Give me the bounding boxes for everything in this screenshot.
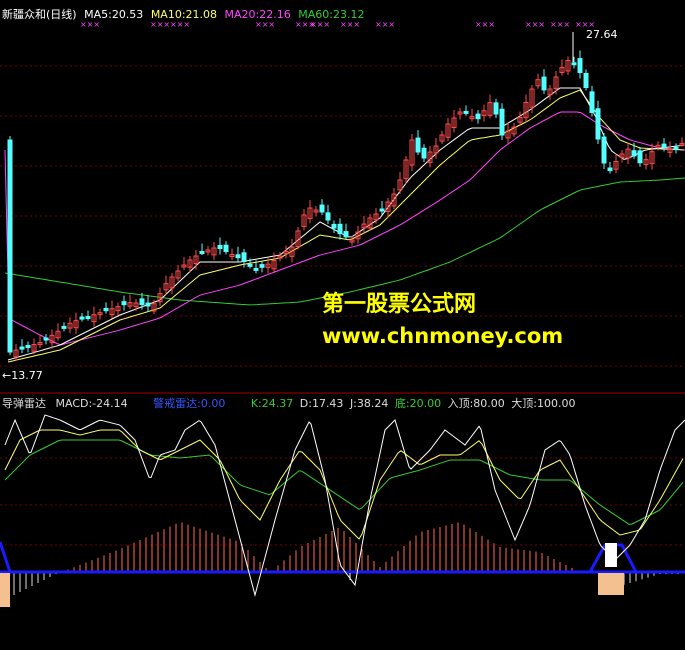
candle-body [415, 137, 421, 153]
watermark-url: www.chnmoney.com [322, 324, 564, 348]
low-price-value: 13.77 [11, 369, 43, 382]
signal-marker: ××× [375, 20, 395, 29]
candle-body [25, 344, 31, 348]
signal-marker: ××× [255, 20, 275, 29]
stock-title: 新疆众和(日线) [2, 8, 77, 21]
candle-body [589, 91, 595, 113]
signal-box-right [598, 573, 624, 595]
candle-body [259, 264, 265, 268]
alert-line [0, 541, 12, 573]
watermark-title: 第一股票公式网 [322, 292, 477, 317]
signal-box-left [0, 573, 10, 607]
indicator-name: 导弹雷达 [2, 397, 46, 410]
candle-body [121, 301, 127, 306]
candle-body [85, 316, 91, 320]
signal-marker: ××× [80, 20, 100, 29]
candle-body [601, 136, 607, 164]
candle-body [43, 337, 49, 341]
candle-body [421, 147, 427, 159]
candle-body [673, 146, 679, 150]
candle-body [343, 231, 349, 238]
candle-body [61, 325, 67, 329]
candle-body [463, 110, 469, 114]
ma60-value: MA60:23.12 [298, 8, 365, 21]
candle-body [247, 263, 253, 267]
candle-body [19, 346, 25, 350]
candle-body [541, 76, 547, 91]
signal-marker: ××× [475, 20, 495, 29]
signal-marker: ××× [310, 20, 330, 29]
macd-value: MACD:-24.14 [55, 397, 128, 410]
bottom-level: 底:20.00 [394, 397, 442, 410]
j-value: J:38.24 [349, 397, 389, 410]
candle-body [475, 113, 481, 120]
candle-body [241, 252, 247, 263]
d-value: D:17.43 [299, 397, 344, 410]
candle-body [253, 267, 259, 271]
signal-marker: ××× [150, 20, 170, 29]
candle-body [139, 298, 145, 306]
high-price-label: 27.64 [586, 28, 618, 41]
candle-body [661, 143, 667, 148]
ma10-value: MA10:21.08 [150, 8, 218, 21]
ma5-value: MA5:20.53 [84, 8, 144, 21]
alert-value: 警戒雷达:0.00 [153, 397, 226, 410]
candle-body [199, 251, 205, 255]
candle-body [223, 244, 229, 253]
candle-body [319, 204, 325, 213]
candle-body [595, 108, 601, 140]
low-price-label: ←13.77 [2, 369, 43, 382]
price-header: 新疆众和(日线) MA5:20.53 MA10:21.08 MA20:22.16… [2, 8, 364, 21]
signal-marker: ××× [340, 20, 360, 29]
candle-body [577, 58, 583, 73]
candle-body [379, 208, 385, 212]
ma20-value: MA20:22.16 [224, 8, 291, 21]
candle-body [217, 244, 223, 249]
candle-body [145, 302, 151, 307]
indicator-header: 导弹雷达 MACD:-24.14 警戒雷达:0.00 K:24.37 D:17.… [2, 397, 576, 410]
signal-marker: ××× [550, 20, 570, 29]
candle-body [103, 307, 109, 312]
candle-body [499, 108, 505, 136]
candle-body [331, 223, 337, 229]
candle-body [583, 72, 589, 88]
k-value: K:24.37 [250, 397, 294, 410]
top-big-level: 大顶:100.00 [511, 397, 576, 410]
candle-body [637, 150, 643, 164]
top-in-level: 入顶:80.00 [447, 397, 505, 410]
candle-body [337, 223, 343, 235]
candle-body [235, 254, 241, 259]
candle-body [631, 150, 637, 157]
d-line [4, 439, 684, 525]
chart-window: ××× ××× ××× ××× ××× ××× ××× ××× ××× ××× ××× ××× 新疆众… [0, 0, 685, 650]
candle-body [7, 139, 13, 353]
candle-body [493, 102, 499, 115]
signal-box-top [605, 543, 617, 567]
signal-marker: ××× [525, 20, 545, 29]
candle-body [607, 167, 613, 172]
signal-marker: ××× [170, 20, 190, 29]
k-line [4, 429, 684, 540]
candle-body [571, 62, 577, 66]
candle-body [79, 316, 85, 320]
candle-body [325, 212, 331, 221]
